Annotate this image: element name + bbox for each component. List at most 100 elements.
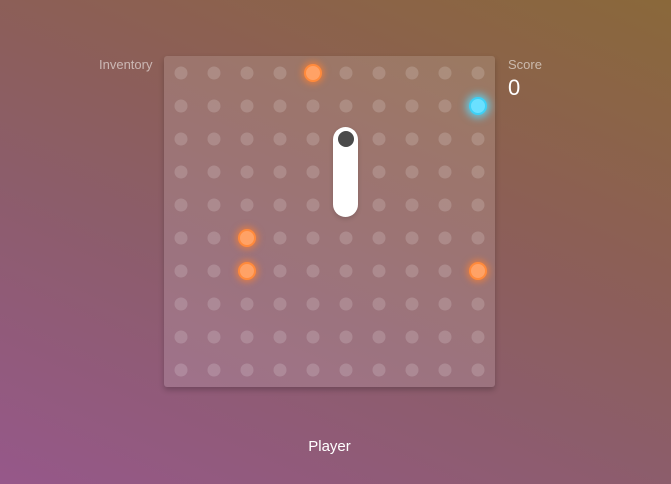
grid-cell[interactable] <box>372 330 386 344</box>
grid-cell[interactable] <box>405 99 419 113</box>
grid-cell[interactable] <box>372 99 386 113</box>
grid-cell[interactable] <box>207 198 221 212</box>
grid-cell[interactable] <box>273 99 287 113</box>
grid-cell[interactable] <box>339 231 353 245</box>
grid-cell[interactable] <box>207 297 221 311</box>
grid-cell[interactable] <box>372 264 386 278</box>
player-piece[interactable] <box>333 127 358 217</box>
grid-cell[interactable] <box>438 165 452 179</box>
grid-cell[interactable] <box>174 132 188 146</box>
orange-orb[interactable] <box>304 64 322 82</box>
grid-cell[interactable] <box>240 99 254 113</box>
grid-cell[interactable] <box>207 165 221 179</box>
grid-cell[interactable] <box>174 231 188 245</box>
grid-cell[interactable] <box>240 165 254 179</box>
grid-cell[interactable] <box>273 198 287 212</box>
grid-cell[interactable] <box>372 297 386 311</box>
grid-cell[interactable] <box>339 297 353 311</box>
grid-cell[interactable] <box>306 198 320 212</box>
grid-cell[interactable] <box>174 165 188 179</box>
grid-cell[interactable] <box>306 297 320 311</box>
grid-cell[interactable] <box>405 264 419 278</box>
grid-cell[interactable] <box>372 165 386 179</box>
grid-cell[interactable] <box>405 165 419 179</box>
grid-cell[interactable] <box>471 363 485 377</box>
grid-cell[interactable] <box>372 66 386 80</box>
orange-orb[interactable] <box>238 262 256 280</box>
grid-cell[interactable] <box>372 231 386 245</box>
grid-cell[interactable] <box>207 66 221 80</box>
grid-cell[interactable] <box>207 99 221 113</box>
grid-cell[interactable] <box>471 66 485 80</box>
grid-cell[interactable] <box>438 264 452 278</box>
grid-cell[interactable] <box>273 297 287 311</box>
grid-cell[interactable] <box>372 198 386 212</box>
grid-cell[interactable] <box>372 132 386 146</box>
grid-cell[interactable] <box>174 198 188 212</box>
grid-cell[interactable] <box>174 66 188 80</box>
grid-cell[interactable] <box>240 66 254 80</box>
grid-cell[interactable] <box>273 264 287 278</box>
grid-cell[interactable] <box>438 330 452 344</box>
grid-cell[interactable] <box>306 165 320 179</box>
grid-cell[interactable] <box>207 231 221 245</box>
grid-cell[interactable] <box>273 231 287 245</box>
grid-cell[interactable] <box>273 330 287 344</box>
grid-cell[interactable] <box>438 198 452 212</box>
grid-cell[interactable] <box>405 297 419 311</box>
grid-cell[interactable] <box>471 297 485 311</box>
grid-cell[interactable] <box>240 198 254 212</box>
grid-cell[interactable] <box>438 99 452 113</box>
grid-cell[interactable] <box>306 330 320 344</box>
grid-cell[interactable] <box>240 330 254 344</box>
grid-cell[interactable] <box>207 363 221 377</box>
grid-cell[interactable] <box>174 363 188 377</box>
grid-cell[interactable] <box>438 66 452 80</box>
grid-cell[interactable] <box>306 264 320 278</box>
grid-cell[interactable] <box>471 132 485 146</box>
grid-cell[interactable] <box>438 363 452 377</box>
grid-cell[interactable] <box>405 198 419 212</box>
grid-cell[interactable] <box>372 363 386 377</box>
grid-cell[interactable] <box>471 198 485 212</box>
grid-cell[interactable] <box>207 132 221 146</box>
grid-cell[interactable] <box>405 330 419 344</box>
grid-cell[interactable] <box>471 330 485 344</box>
grid-cell[interactable] <box>405 66 419 80</box>
grid-cell[interactable] <box>306 99 320 113</box>
grid-cell[interactable] <box>405 231 419 245</box>
grid-cell[interactable] <box>240 132 254 146</box>
grid-cell[interactable] <box>306 363 320 377</box>
grid-cell[interactable] <box>405 132 419 146</box>
grid-cell[interactable] <box>174 99 188 113</box>
grid-cell[interactable] <box>339 264 353 278</box>
grid-cell[interactable] <box>240 297 254 311</box>
grid-cell[interactable] <box>273 165 287 179</box>
grid-cell[interactable] <box>174 297 188 311</box>
game-board[interactable] <box>164 56 495 387</box>
grid-cell[interactable] <box>273 66 287 80</box>
grid-cell[interactable] <box>339 363 353 377</box>
orange-orb[interactable] <box>238 229 256 247</box>
grid-cell[interactable] <box>339 330 353 344</box>
grid-cell[interactable] <box>438 132 452 146</box>
grid-cell[interactable] <box>273 363 287 377</box>
grid-cell[interactable] <box>306 231 320 245</box>
grid-cell[interactable] <box>174 264 188 278</box>
grid-cell[interactable] <box>306 132 320 146</box>
grid-cell[interactable] <box>438 297 452 311</box>
grid-cell[interactable] <box>273 132 287 146</box>
grid-cell[interactable] <box>240 363 254 377</box>
grid-cell[interactable] <box>339 66 353 80</box>
grid-cell[interactable] <box>471 231 485 245</box>
grid-cell[interactable] <box>471 165 485 179</box>
orange-orb[interactable] <box>469 262 487 280</box>
grid-cell[interactable] <box>438 231 452 245</box>
grid-cell[interactable] <box>405 363 419 377</box>
cyan-orb[interactable] <box>469 97 487 115</box>
grid-cell[interactable] <box>174 330 188 344</box>
grid-cell[interactable] <box>207 264 221 278</box>
grid-cell[interactable] <box>207 330 221 344</box>
player-eye <box>337 131 354 147</box>
grid-cell[interactable] <box>339 99 353 113</box>
